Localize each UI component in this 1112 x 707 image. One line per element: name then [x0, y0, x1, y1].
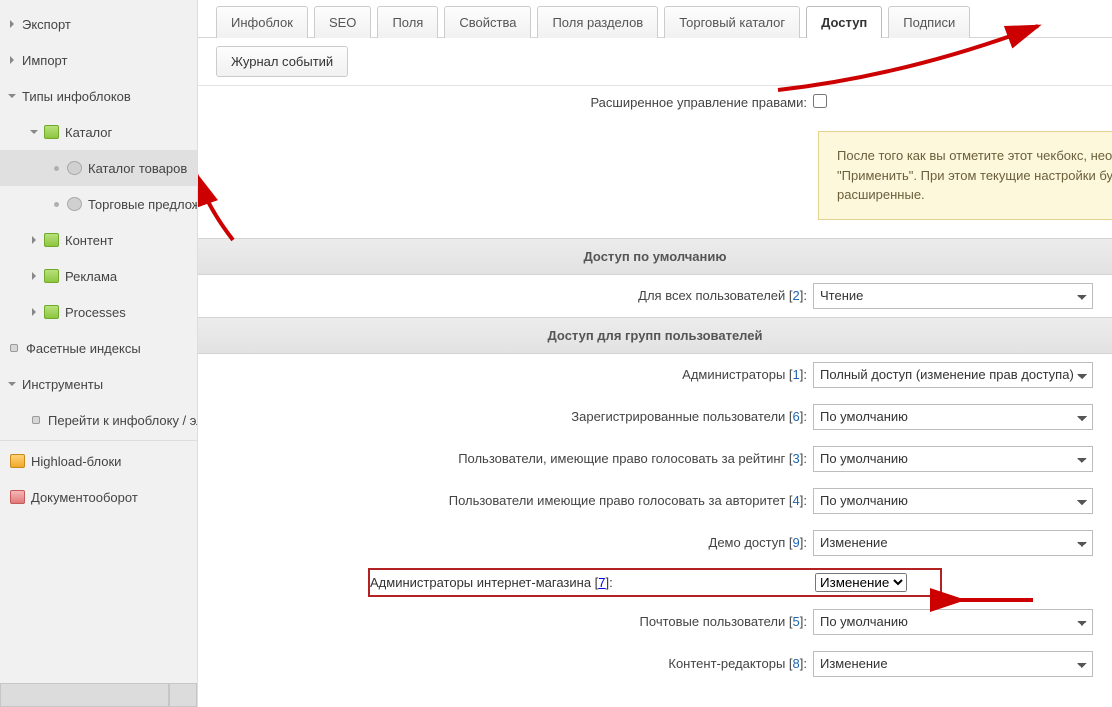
- sidebar-label: Импорт: [22, 53, 67, 68]
- sidebar-item-tools[interactable]: Инструменты: [0, 366, 197, 402]
- tab-подписи[interactable]: Подписи: [888, 6, 970, 38]
- folder-icon: [44, 305, 59, 319]
- group-label: Пользователи имеющие право голосовать за…: [449, 493, 786, 508]
- sidebar-item-catalog-products[interactable]: Каталог товаров: [0, 150, 197, 186]
- sidebar-label: Фасетные индексы: [26, 341, 141, 356]
- sidebar-item-facet[interactable]: Фасетные индексы: [0, 330, 197, 366]
- sidebar-item-export[interactable]: Экспорт: [0, 6, 197, 42]
- tab-доступ[interactable]: Доступ: [806, 6, 882, 38]
- group-label: Администраторы интернет-магазина: [370, 575, 591, 590]
- group-row: Администраторы [1]:Полный доступ (измене…: [198, 354, 1112, 396]
- group-link[interactable]: 1: [793, 367, 800, 382]
- default-access-label: Для всех пользователей: [638, 288, 785, 303]
- tabs-row2: Журнал событий: [198, 38, 1112, 85]
- ext-rights-checkbox[interactable]: [813, 94, 827, 108]
- group-row: Пользователи, имеющие право голосовать з…: [198, 438, 1112, 480]
- sidebar-label: Типы инфоблоков: [22, 89, 131, 104]
- sidebar-label: Processes: [65, 305, 126, 320]
- group-access-select[interactable]: Полный доступ (изменение прав доступа): [813, 362, 1093, 388]
- sidebar-label: Документооборот: [31, 490, 138, 505]
- sidebar-label: Каталог: [65, 125, 112, 140]
- folder-icon: [44, 269, 59, 283]
- tab-торговый каталог[interactable]: Торговый каталог: [664, 6, 800, 38]
- group-label: Администраторы: [682, 367, 785, 382]
- group-access-select[interactable]: Изменение: [813, 530, 1093, 556]
- sidebar-item-import[interactable]: Импорт: [0, 42, 197, 78]
- group-row: Почтовые пользователи [5]:По умолчанию: [198, 601, 1112, 643]
- tab-поля[interactable]: Поля: [377, 6, 438, 38]
- tab-журнал-событий[interactable]: Журнал событий: [216, 46, 348, 77]
- group-row: Администраторы интернет-магазина [7]:Изм…: [368, 568, 942, 597]
- group-label: Контент-редакторы: [668, 656, 785, 671]
- group-access-select[interactable]: Изменение: [813, 651, 1093, 677]
- group-label: Зарегистрированные пользователи: [571, 409, 785, 424]
- group-link[interactable]: 5: [793, 614, 800, 629]
- group-label: Демо доступ: [709, 535, 786, 550]
- sidebar-item-content[interactable]: Контент: [0, 222, 197, 258]
- tab-поля разделов[interactable]: Поля разделов: [537, 6, 658, 38]
- group-link[interactable]: 8: [793, 656, 800, 671]
- sidebar-label: Реклама: [65, 269, 117, 284]
- tab-свойства[interactable]: Свойства: [444, 6, 531, 38]
- main-content: ИнфоблокSEOПоляСвойстваПоля разделовТорг…: [198, 0, 1112, 707]
- folder-icon: [44, 125, 59, 139]
- group-access-select[interactable]: По умолчанию: [813, 446, 1093, 472]
- notice-box: После того как вы отметите этот чекбокс,…: [818, 131, 1112, 220]
- sidebar: Экспорт Импорт Типы инфоблоков Каталог К…: [0, 0, 198, 707]
- gear-icon: [67, 161, 82, 175]
- sidebar-resize-bar[interactable]: [0, 683, 197, 707]
- db-icon: [10, 454, 25, 468]
- group-link[interactable]: 9: [793, 535, 800, 550]
- sidebar-label: Каталог товаров: [88, 161, 187, 176]
- ext-rights-label: Расширенное управление правами:: [198, 95, 813, 110]
- folder-icon: [44, 233, 59, 247]
- tab-инфоблок[interactable]: Инфоблок: [216, 6, 308, 38]
- sidebar-item-trade-offers[interactable]: Торговые предложения: [0, 186, 197, 222]
- group-link[interactable]: 4: [793, 493, 800, 508]
- sidebar-label: Торговые предложения: [88, 197, 197, 212]
- sidebar-item-iblock-types[interactable]: Типы инфоблоков: [0, 78, 197, 114]
- group-access-select[interactable]: По умолчанию: [813, 404, 1093, 430]
- group-row: Контент-редакторы [8]:Изменение: [198, 643, 1112, 685]
- sidebar-item-docflow[interactable]: Документооборот: [0, 479, 197, 515]
- gear-icon: [67, 197, 82, 211]
- sidebar-item-catalog[interactable]: Каталог: [0, 114, 197, 150]
- group-row: Зарегистрированные пользователи [6]:По у…: [198, 396, 1112, 438]
- group-link[interactable]: 2: [793, 288, 800, 303]
- group-link[interactable]: 7: [598, 575, 605, 590]
- doc-icon: [10, 490, 25, 504]
- default-access-select[interactable]: Чтение: [813, 283, 1093, 309]
- sidebar-item-highload[interactable]: Highload-блоки: [0, 443, 197, 479]
- group-access-select[interactable]: Изменение: [815, 573, 907, 592]
- tabs-row1: ИнфоблокSEOПоляСвойстваПоля разделовТорг…: [198, 0, 1112, 38]
- sidebar-label: Highload-блоки: [31, 454, 121, 469]
- sidebar-item-goto-iblock[interactable]: Перейти к инфоблоку / элементу: [0, 402, 197, 438]
- group-access-select[interactable]: По умолчанию: [813, 488, 1093, 514]
- group-link[interactable]: 6: [793, 409, 800, 424]
- sidebar-label: Экспорт: [22, 17, 71, 32]
- sidebar-label: Инструменты: [22, 377, 103, 392]
- sidebar-label: Перейти к инфоблоку / элементу: [48, 413, 197, 428]
- tab-seo[interactable]: SEO: [314, 6, 371, 38]
- sidebar-label: Контент: [65, 233, 113, 248]
- group-row: Пользователи имеющие право голосовать за…: [198, 480, 1112, 522]
- sidebar-item-ads[interactable]: Реклама: [0, 258, 197, 294]
- section-group-access: Доступ для групп пользователей: [198, 317, 1112, 354]
- group-link[interactable]: 3: [793, 451, 800, 466]
- group-label: Почтовые пользователи: [640, 614, 786, 629]
- group-access-select[interactable]: По умолчанию: [813, 609, 1093, 635]
- group-label: Пользователи, имеющие право голосовать з…: [458, 451, 785, 466]
- group-row: Демо доступ [9]:Изменение: [198, 522, 1112, 564]
- sidebar-item-processes[interactable]: Processes: [0, 294, 197, 330]
- section-default-access: Доступ по умолчанию: [198, 238, 1112, 275]
